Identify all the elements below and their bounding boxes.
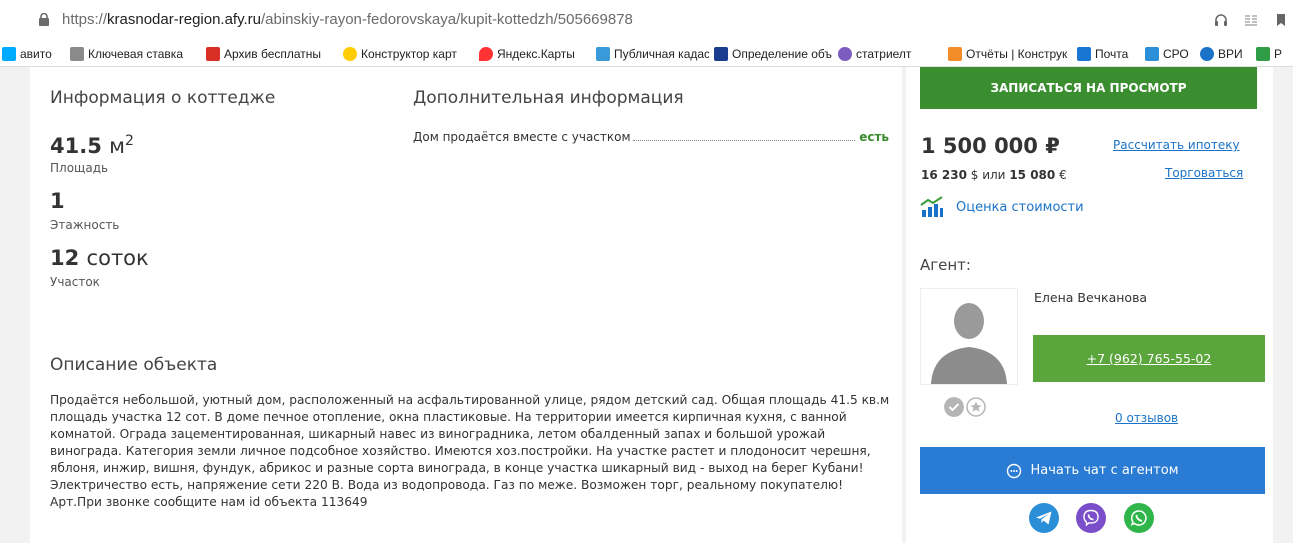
bookmark-avito[interactable]: авито	[2, 45, 64, 63]
bookmark-key-rate[interactable]: Ключевая ставка	[70, 45, 197, 63]
browser-url-bar[interactable]: https://krasnodar-region.afy.ru/abinskiy…	[0, 0, 1293, 40]
sold-with-plot-value: есть	[859, 130, 889, 144]
statrielt-favicon-icon	[838, 47, 852, 61]
sro-favicon-icon	[1145, 47, 1159, 61]
description-heading: Описание объекта	[50, 355, 218, 375]
mortgage-calc-link[interactable]: Рассчитать ипотеку	[1113, 138, 1240, 152]
area-unit: м	[109, 134, 125, 158]
start-chat-button[interactable]: Начать чат с агентом	[920, 447, 1265, 494]
star-rating-icon	[966, 397, 986, 417]
valuation-chart-icon	[920, 196, 943, 217]
url-text[interactable]: https://krasnodar-region.afy.ru/abinskiy…	[62, 11, 633, 28]
sold-with-plot-row: Дом продаётся вместе с участком есть	[413, 128, 889, 144]
bookmark-vri[interactable]: ВРИ	[1200, 45, 1250, 63]
d-favicon-icon	[714, 47, 728, 61]
agent-name: Елена Вечканова	[1034, 290, 1148, 305]
agent-avatar	[920, 288, 1018, 385]
description-body: Продаётся небольшой, уютный дом, располо…	[50, 392, 890, 511]
viber-button[interactable]	[1076, 503, 1106, 533]
map-pin-favicon-icon	[479, 47, 493, 61]
url-prefix: https://	[62, 11, 108, 28]
bookmark-icon[interactable]	[1273, 12, 1289, 28]
reports-favicon-icon	[948, 47, 962, 61]
bargain-link[interactable]: Торговаться	[1165, 166, 1243, 180]
agent-heading: Агент:	[920, 256, 971, 274]
cottage-info-heading: Информация о коттедже	[50, 88, 276, 108]
usd-or: $ или	[970, 168, 1006, 182]
user-silhouette-icon	[931, 303, 1007, 384]
p-favicon-icon	[1256, 47, 1270, 61]
price-eur: 15 080	[1009, 168, 1056, 182]
valuation-link[interactable]: Оценка стоимости	[956, 200, 1084, 215]
url-path: /abinskiy-rayon-fedorovskaya/kupit-kotte…	[261, 11, 633, 28]
bookmark-cadastre[interactable]: Публичная кадаст	[596, 45, 709, 63]
mail-favicon-icon	[1077, 47, 1091, 61]
dotted-leader	[632, 140, 856, 141]
archive-favicon-icon	[206, 47, 220, 61]
bookmark-p[interactable]: P	[1256, 45, 1293, 63]
eur-sign: €	[1059, 168, 1067, 182]
article-note: Арт.При звонке сообщите нам id объекта 1…	[50, 495, 368, 509]
agent-phone-button[interactable]: +7 (962) 765-55-02	[1033, 335, 1265, 382]
area-unit-sup: 2	[124, 133, 134, 149]
additional-info-heading: Дополнительная информация	[413, 88, 684, 108]
price-converted: 16 230 $ или 15 080 €	[921, 168, 1067, 182]
price-usd: 16 230	[921, 168, 967, 182]
map-constructor-favicon-icon	[343, 47, 357, 61]
schedule-viewing-button[interactable]: ЗАПИСАТЬСЯ НА ПРОСМОТР	[920, 67, 1257, 109]
whatsapp-icon	[1130, 510, 1147, 526]
url-host: krasnodar-region.afy.ru	[107, 11, 261, 28]
plot-value: 12 соток	[50, 246, 149, 270]
cadastre-favicon-icon	[596, 47, 610, 61]
reviews-link[interactable]: 0 отзывов	[1115, 411, 1178, 425]
price: 1 500 000 ₽	[921, 134, 1060, 158]
plot-unit: соток	[86, 246, 149, 270]
telegram-button[interactable]	[1029, 503, 1059, 533]
reader-mode-icon[interactable]	[1243, 12, 1259, 28]
bookmark-free-archive[interactable]: Архив бесплатны	[206, 45, 331, 63]
whatsapp-button[interactable]	[1124, 503, 1154, 533]
bookmark-object-definition[interactable]: Определение объ	[714, 45, 832, 63]
bookmark-mail[interactable]: Почта	[1077, 45, 1139, 63]
headphones-icon[interactable]	[1213, 12, 1229, 28]
start-chat-label: Начать чат с агентом	[1030, 463, 1179, 478]
sold-with-plot-label: Дом продаётся вместе с участком	[413, 130, 631, 144]
bookmarks-bar: авито Ключевая ставка Архив бесплатны Ко…	[0, 40, 1293, 67]
viber-icon	[1083, 509, 1099, 527]
telegram-icon	[1036, 511, 1052, 525]
area-label: Площадь	[50, 161, 109, 175]
plot-label: Участок	[50, 275, 100, 289]
area-value: 41.5 м2	[50, 133, 134, 158]
bookmark-map-constructor[interactable]: Конструктор карт	[343, 45, 471, 63]
bank-favicon-icon	[70, 47, 84, 61]
description-text: Продаётся небольшой, уютный дом, располо…	[50, 393, 890, 492]
chat-bubble-icon	[1007, 463, 1022, 478]
vri-favicon-icon	[1200, 47, 1214, 61]
verified-check-icon	[944, 397, 964, 417]
floors-value: 1	[50, 189, 65, 213]
bookmark-yandex-maps[interactable]: Яндекс.Карты	[479, 45, 584, 63]
floors-label: Этажность	[50, 218, 120, 232]
bookmark-reports[interactable]: Отчёты | Конструк	[948, 45, 1072, 63]
lock-icon	[39, 13, 49, 26]
avito-favicon-icon	[2, 47, 16, 61]
bookmark-sro[interactable]: СРО	[1145, 45, 1195, 63]
bookmark-statrielt[interactable]: статриелт	[838, 45, 938, 63]
